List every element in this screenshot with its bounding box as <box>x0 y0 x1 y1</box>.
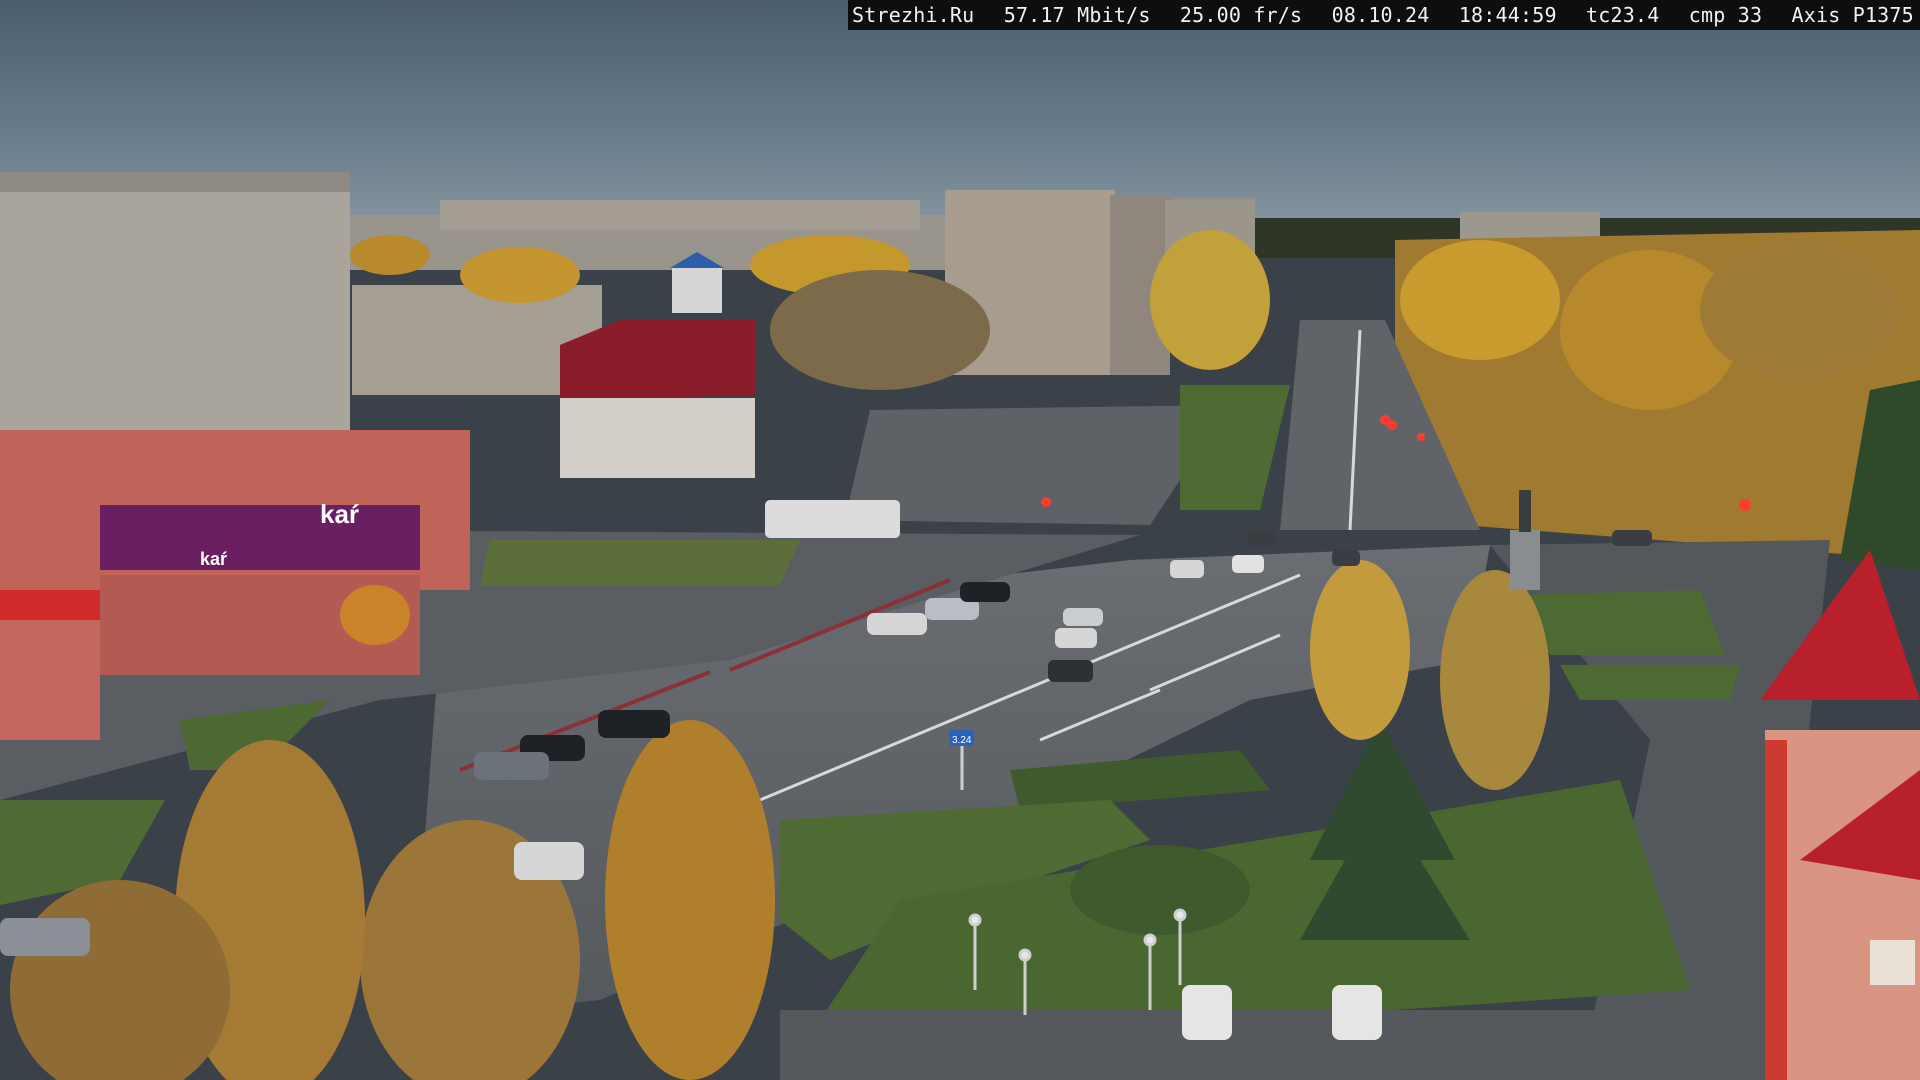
store-sign: kaŕ <box>320 499 359 529</box>
car <box>1063 608 1103 626</box>
car <box>1612 530 1652 546</box>
car <box>1182 985 1232 1040</box>
town-square <box>845 405 1230 525</box>
overlay-bitrate: 57.17 Mbit/s <box>1003 3 1151 27</box>
overlay-cmp: cmp 33 <box>1688 3 1763 27</box>
car <box>867 613 927 635</box>
red-roof-building <box>560 320 755 478</box>
car <box>1247 530 1275 546</box>
car <box>0 918 90 956</box>
overlay-camera-model: Axis P1375 <box>1791 3 1914 27</box>
car <box>1048 660 1093 682</box>
car <box>1332 550 1360 566</box>
car <box>1170 560 1204 578</box>
overlay-date: 08.10.24 <box>1331 3 1430 27</box>
car <box>1232 555 1264 573</box>
car <box>598 710 670 738</box>
overlay-tc: tc23.4 <box>1586 3 1660 27</box>
car <box>474 752 549 780</box>
store-sign-small: kaŕ <box>200 549 227 569</box>
bus <box>765 500 900 538</box>
webcam-frame: kaŕ kaŕ 3.24 <box>0 0 1920 1080</box>
parking-area <box>780 1010 1780 1080</box>
car <box>1332 985 1382 1040</box>
overlay-site: Strezhi.Ru <box>852 3 975 27</box>
camera-overlay-bar: Strezhi.Ru 57.17 Mbit/s 25.00 fr/s 08.10… <box>848 0 1920 30</box>
overlay-framerate: 25.00 fr/s <box>1179 3 1303 27</box>
car <box>514 842 584 880</box>
overlay-time: 18:44:59 <box>1458 3 1557 27</box>
car <box>960 582 1010 602</box>
road-sign-label: 3.24 <box>952 735 972 746</box>
car <box>1055 628 1097 648</box>
